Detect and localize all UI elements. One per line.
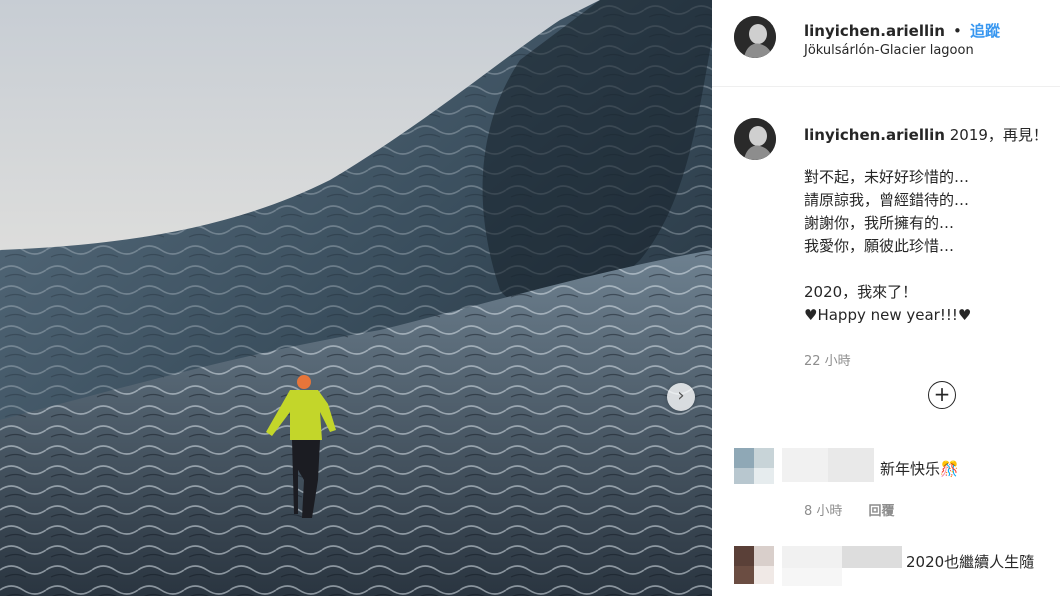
location-link[interactable]: Jökulsárlón-Glacier lagoon: [804, 43, 974, 58]
post-photo: ›: [0, 0, 712, 596]
caption-body: 對不起，未好好珍惜的… 請原諒我，曾經錯待的… 謝謝你，我所擁有的… 我愛你，願…: [804, 168, 972, 324]
comment-avatar[interactable]: [734, 546, 776, 586]
plus-icon: +: [933, 382, 951, 406]
header-title-row: linyichen.ariellin • 追蹤: [804, 20, 1000, 41]
reply-button[interactable]: 回覆: [869, 504, 895, 519]
caption-username[interactable]: linyichen.ariellin: [804, 126, 945, 144]
author-avatar[interactable]: [734, 16, 776, 58]
glacier-photo: [0, 0, 712, 596]
comment-avatar[interactable]: [734, 448, 776, 488]
next-photo-button[interactable]: ›: [667, 383, 695, 411]
post-header: linyichen.ariellin • 追蹤 Jökulsárlón-Glac…: [712, 0, 1060, 87]
caption-avatar[interactable]: [734, 118, 776, 160]
header-username[interactable]: linyichen.ariellin: [804, 22, 945, 40]
comment-text: 新年快乐🎊: [880, 460, 959, 478]
follow-button[interactable]: 追蹤: [970, 22, 1000, 40]
post-timestamp[interactable]: 22 小時: [804, 350, 851, 369]
load-more-comments-button[interactable]: +: [928, 381, 956, 409]
comment-time[interactable]: 8 小時: [804, 504, 842, 519]
comment-meta: 8 小時 回覆: [804, 500, 895, 519]
post-sidebar: linyichen.ariellin • 追蹤 Jökulsárlón-Glac…: [712, 0, 1060, 596]
caption-headline: 2019，再見！: [949, 126, 1048, 144]
comment-username-blurred[interactable]: [782, 448, 874, 482]
chevron-right-icon: ›: [677, 385, 685, 406]
caption-first-line: linyichen.ariellin 2019，再見！: [804, 124, 1048, 145]
header-separator: •: [953, 22, 962, 40]
comment-username-blurred[interactable]: [782, 546, 902, 586]
comment-text: 2020也繼續人生隨: [906, 553, 1035, 571]
